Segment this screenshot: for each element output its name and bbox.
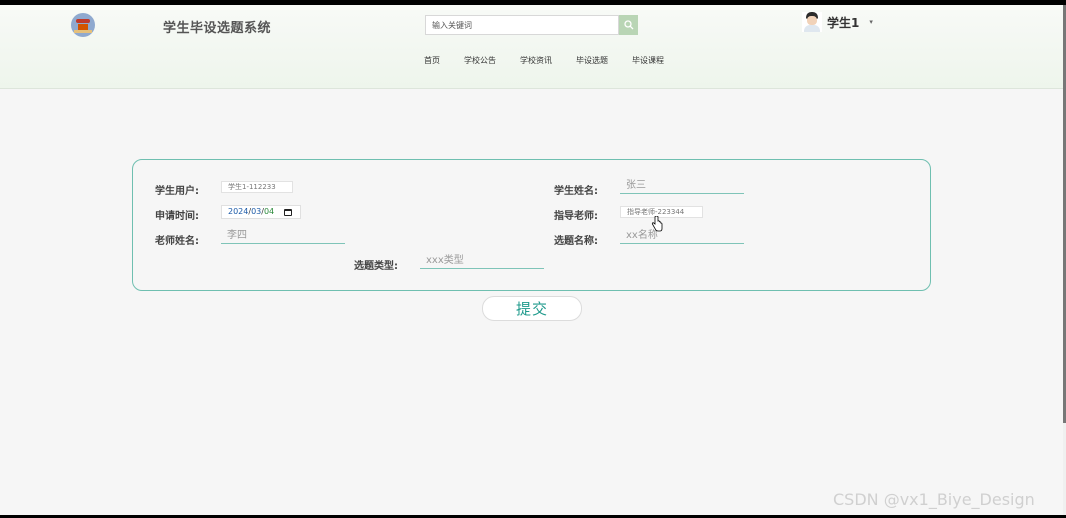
- nav-item-announcements[interactable]: 学校公告: [452, 55, 508, 66]
- apply-time-date-input[interactable]: 2024/03/04: [221, 205, 301, 219]
- student-user-field[interactable]: 学生1-112233: [221, 181, 293, 193]
- calendar-icon[interactable]: [284, 208, 293, 216]
- nav-item-news[interactable]: 学校资讯: [508, 55, 564, 66]
- student-user-label: 学生用户:: [155, 186, 199, 197]
- search-icon: [623, 20, 633, 30]
- site-title: 学生毕设选题系统: [163, 21, 272, 36]
- search-input[interactable]: [425, 15, 619, 35]
- watermark: CSDN @vx1_Biye_Design: [833, 490, 1035, 509]
- student-name-label: 学生姓名:: [554, 186, 598, 197]
- submit-button[interactable]: 提交: [482, 296, 582, 321]
- search-button[interactable]: [619, 15, 638, 35]
- topic-name-field[interactable]: xx名称: [620, 228, 744, 244]
- teacher-name-label: 老师姓名:: [155, 236, 199, 247]
- student-name-field[interactable]: 张三: [620, 178, 744, 194]
- hand-cursor-icon: [651, 216, 663, 232]
- topic-application-form: 学生用户: 学生1-112233 学生姓名: 张三 申请时间: 2024/03/…: [132, 159, 931, 291]
- username[interactable]: 学生1: [827, 14, 859, 31]
- nav-item-home[interactable]: 首页: [413, 55, 452, 66]
- user-menu[interactable]: 学生1 ▾: [802, 8, 873, 36]
- date-month: 03: [251, 207, 262, 216]
- nav-item-courses[interactable]: 毕设课程: [620, 55, 676, 66]
- page-viewport: 学生毕设选题系统 学生1 ▾ 首页 学校公告 学校资讯 毕设选题 毕设课程: [0, 5, 1063, 515]
- topic-name-label: 选题名称:: [554, 236, 598, 247]
- teacher-name-field[interactable]: 李四: [221, 228, 345, 244]
- date-day: 04: [263, 207, 275, 216]
- avatar[interactable]: [802, 12, 822, 32]
- date-year: 2024: [228, 207, 249, 216]
- search-bar: [425, 15, 638, 35]
- topic-type-label: 选题类型:: [354, 261, 398, 272]
- nav-item-topics[interactable]: 毕设选题: [564, 55, 620, 66]
- topic-type-field[interactable]: xxx类型: [420, 253, 544, 269]
- advisor-label: 指导老师:: [554, 211, 598, 222]
- site-logo-icon[interactable]: [71, 13, 95, 37]
- chevron-down-icon[interactable]: ▾: [869, 18, 873, 26]
- apply-time-label: 申请时间:: [155, 211, 199, 222]
- main-nav: 首页 学校公告 学校资讯 毕设选题 毕设课程: [413, 55, 676, 66]
- header: 学生毕设选题系统 学生1 ▾ 首页 学校公告 学校资讯 毕设选题 毕设课程: [0, 5, 1063, 89]
